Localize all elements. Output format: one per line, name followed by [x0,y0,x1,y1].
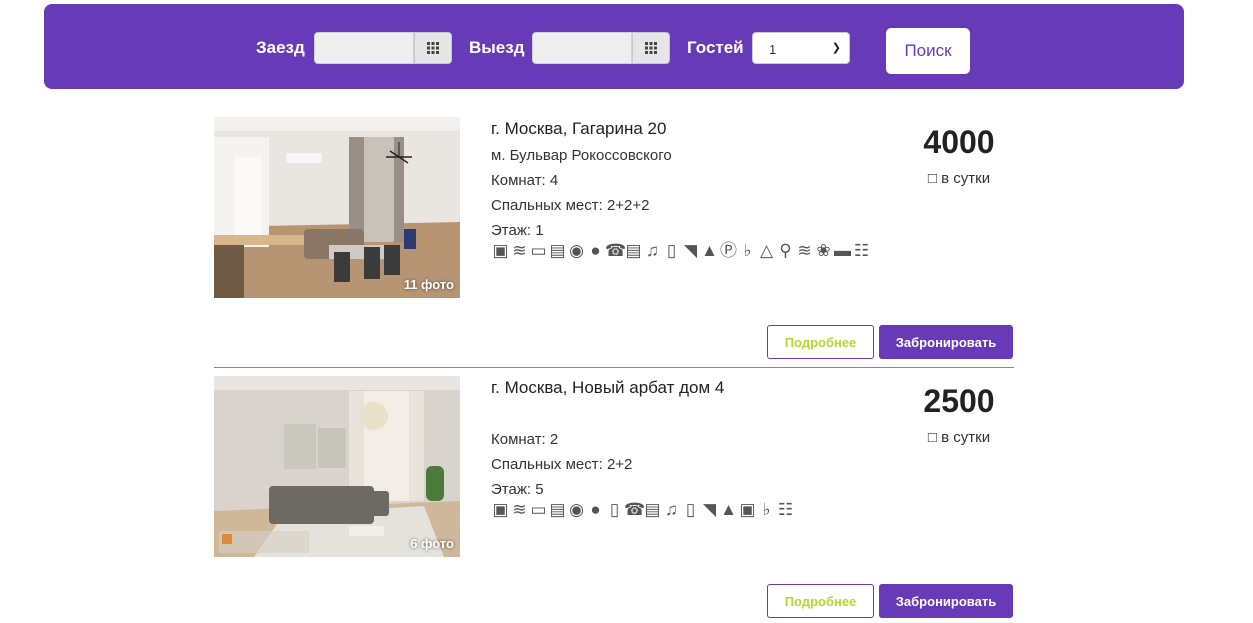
wifi-icon: ≋ [512,241,527,260]
book-button[interactable]: Забронировать [879,584,1013,618]
tv-icon: ▭ [530,500,547,519]
listing-card: 11 фото г. Москва, Гагарина 20 м. Бульва… [214,117,1014,359]
chevron-down-icon: ❯ [831,42,841,54]
flowers-icon: ❀ [816,241,831,260]
kitchen-icon: ▬ [834,241,851,260]
per-day-label: в сутки [941,170,991,187]
amenities-list: ▣ ≋ ▭ ▤ ◉ ● ▯ ☎▤ ♫ ▯ ◥ ▲ ▣ ♭ ☷ [491,498,871,522]
crib-icon: ☷ [853,241,870,260]
checkout-input[interactable] [532,32,632,64]
people-icon: ● [590,500,601,519]
fridge-icon: ▯ [666,241,677,260]
hair-dryer-icon: ♭ [762,500,771,519]
tv-icon: ▭ [530,241,547,260]
music-icon: ♫ [646,241,659,260]
book-button[interactable]: Забронировать [879,325,1013,359]
listing-beds: Спальных мест: 2+2+2 [491,197,650,214]
crib-icon: ☷ [777,500,794,519]
calendar-grid-icon [427,42,439,54]
listing-rooms: Комнат: 4 [491,172,559,189]
guests-value: 1 [769,42,777,57]
microwave-icon: ▤ [625,241,642,260]
music-icon: ♫ [665,500,678,519]
listing-floor: Этаж: 5 [491,481,544,498]
listing-photo[interactable]: 6 фото [214,376,460,557]
currency-icon: □ [927,429,937,446]
wardrobe-icon: ▯ [609,500,620,519]
calendar-grid-icon [645,42,657,54]
pets-icon: ▲ [701,241,718,260]
per-day-label: в сутки [941,429,991,446]
parking-icon: Ⓟ [720,241,737,260]
hanger-icon: △ [759,241,774,260]
lock-icon: ▣ [739,500,756,519]
price-per-day: □ в сутки [904,170,1014,187]
photo-count: 11 фото [403,277,454,292]
checkin-calendar-button[interactable] [414,32,452,64]
checkout-calendar-button[interactable] [632,32,670,64]
hair-dryer-icon: ♭ [743,241,752,260]
baby-stroller-icon: ◉ [569,500,584,519]
apartment-photo [214,117,460,298]
apartment-photo [214,376,460,557]
pets-icon: ▲ [720,500,737,519]
currency-icon: □ [927,170,937,187]
microwave-icon: ▤ [644,500,661,519]
fridge-icon: ▯ [685,500,696,519]
details-button[interactable]: Подробнее [767,584,874,618]
people-icon: ● [590,241,601,260]
photo-count: 6 фото [410,536,454,551]
shower-icon: ⚲ [779,241,792,260]
guests-select[interactable]: 1 ❯ [752,32,850,64]
phone-icon: ☎ [624,500,646,519]
details-button[interactable]: Подробнее [767,325,874,359]
listing-beds: Спальных мест: 2+2 [491,456,633,473]
listing-floor: Этаж: 1 [491,222,544,239]
listing-address[interactable]: г. Москва, Новый арбат дом 4 [491,378,724,398]
listing-photo[interactable]: 11 фото [214,117,460,298]
baby-stroller-icon: ◉ [569,241,584,260]
search-bar: Заезд Выезд Гостей 1 ❯ Поиск [44,4,1184,89]
listing-price: 2500 [923,383,995,419]
price-per-day: □ в сутки [904,429,1014,446]
checkin-label: Заезд [256,38,305,57]
listing-card: 6 фото г. Москва, Новый арбат дом 4 Комн… [214,376,1014,618]
iron-icon: ◥ [683,241,698,260]
listing-price: 4000 [923,124,995,160]
listing-rooms: Комнат: 2 [491,431,559,448]
phone-icon: ☎ [605,241,627,260]
search-button[interactable]: Поиск [886,28,970,74]
amenities-list: ▣ ≋ ▭ ▤ ◉ ● ☎▤ ♫ ▯ ◥ ▲ Ⓟ ♭ △ ⚲ ≋ ❀ ▬ ☷ [491,239,871,263]
iron-icon: ◥ [702,500,717,519]
wifi-icon: ≋ [512,500,527,519]
listing-metro: м. Бульвар Рокоссовского [491,147,672,164]
air-conditioner-icon: ▤ [549,500,566,519]
hot-tub-icon: ≋ [797,241,812,260]
washing-machine-icon: ▣ [492,500,509,519]
guests-label: Гостей [687,38,744,57]
checkin-input[interactable] [314,32,414,64]
air-conditioner-icon: ▤ [549,241,566,260]
checkout-label: Выезд [469,38,525,57]
washing-machine-icon: ▣ [492,241,509,260]
listing-divider [214,367,1014,368]
listing-address[interactable]: г. Москва, Гагарина 20 [491,119,666,139]
